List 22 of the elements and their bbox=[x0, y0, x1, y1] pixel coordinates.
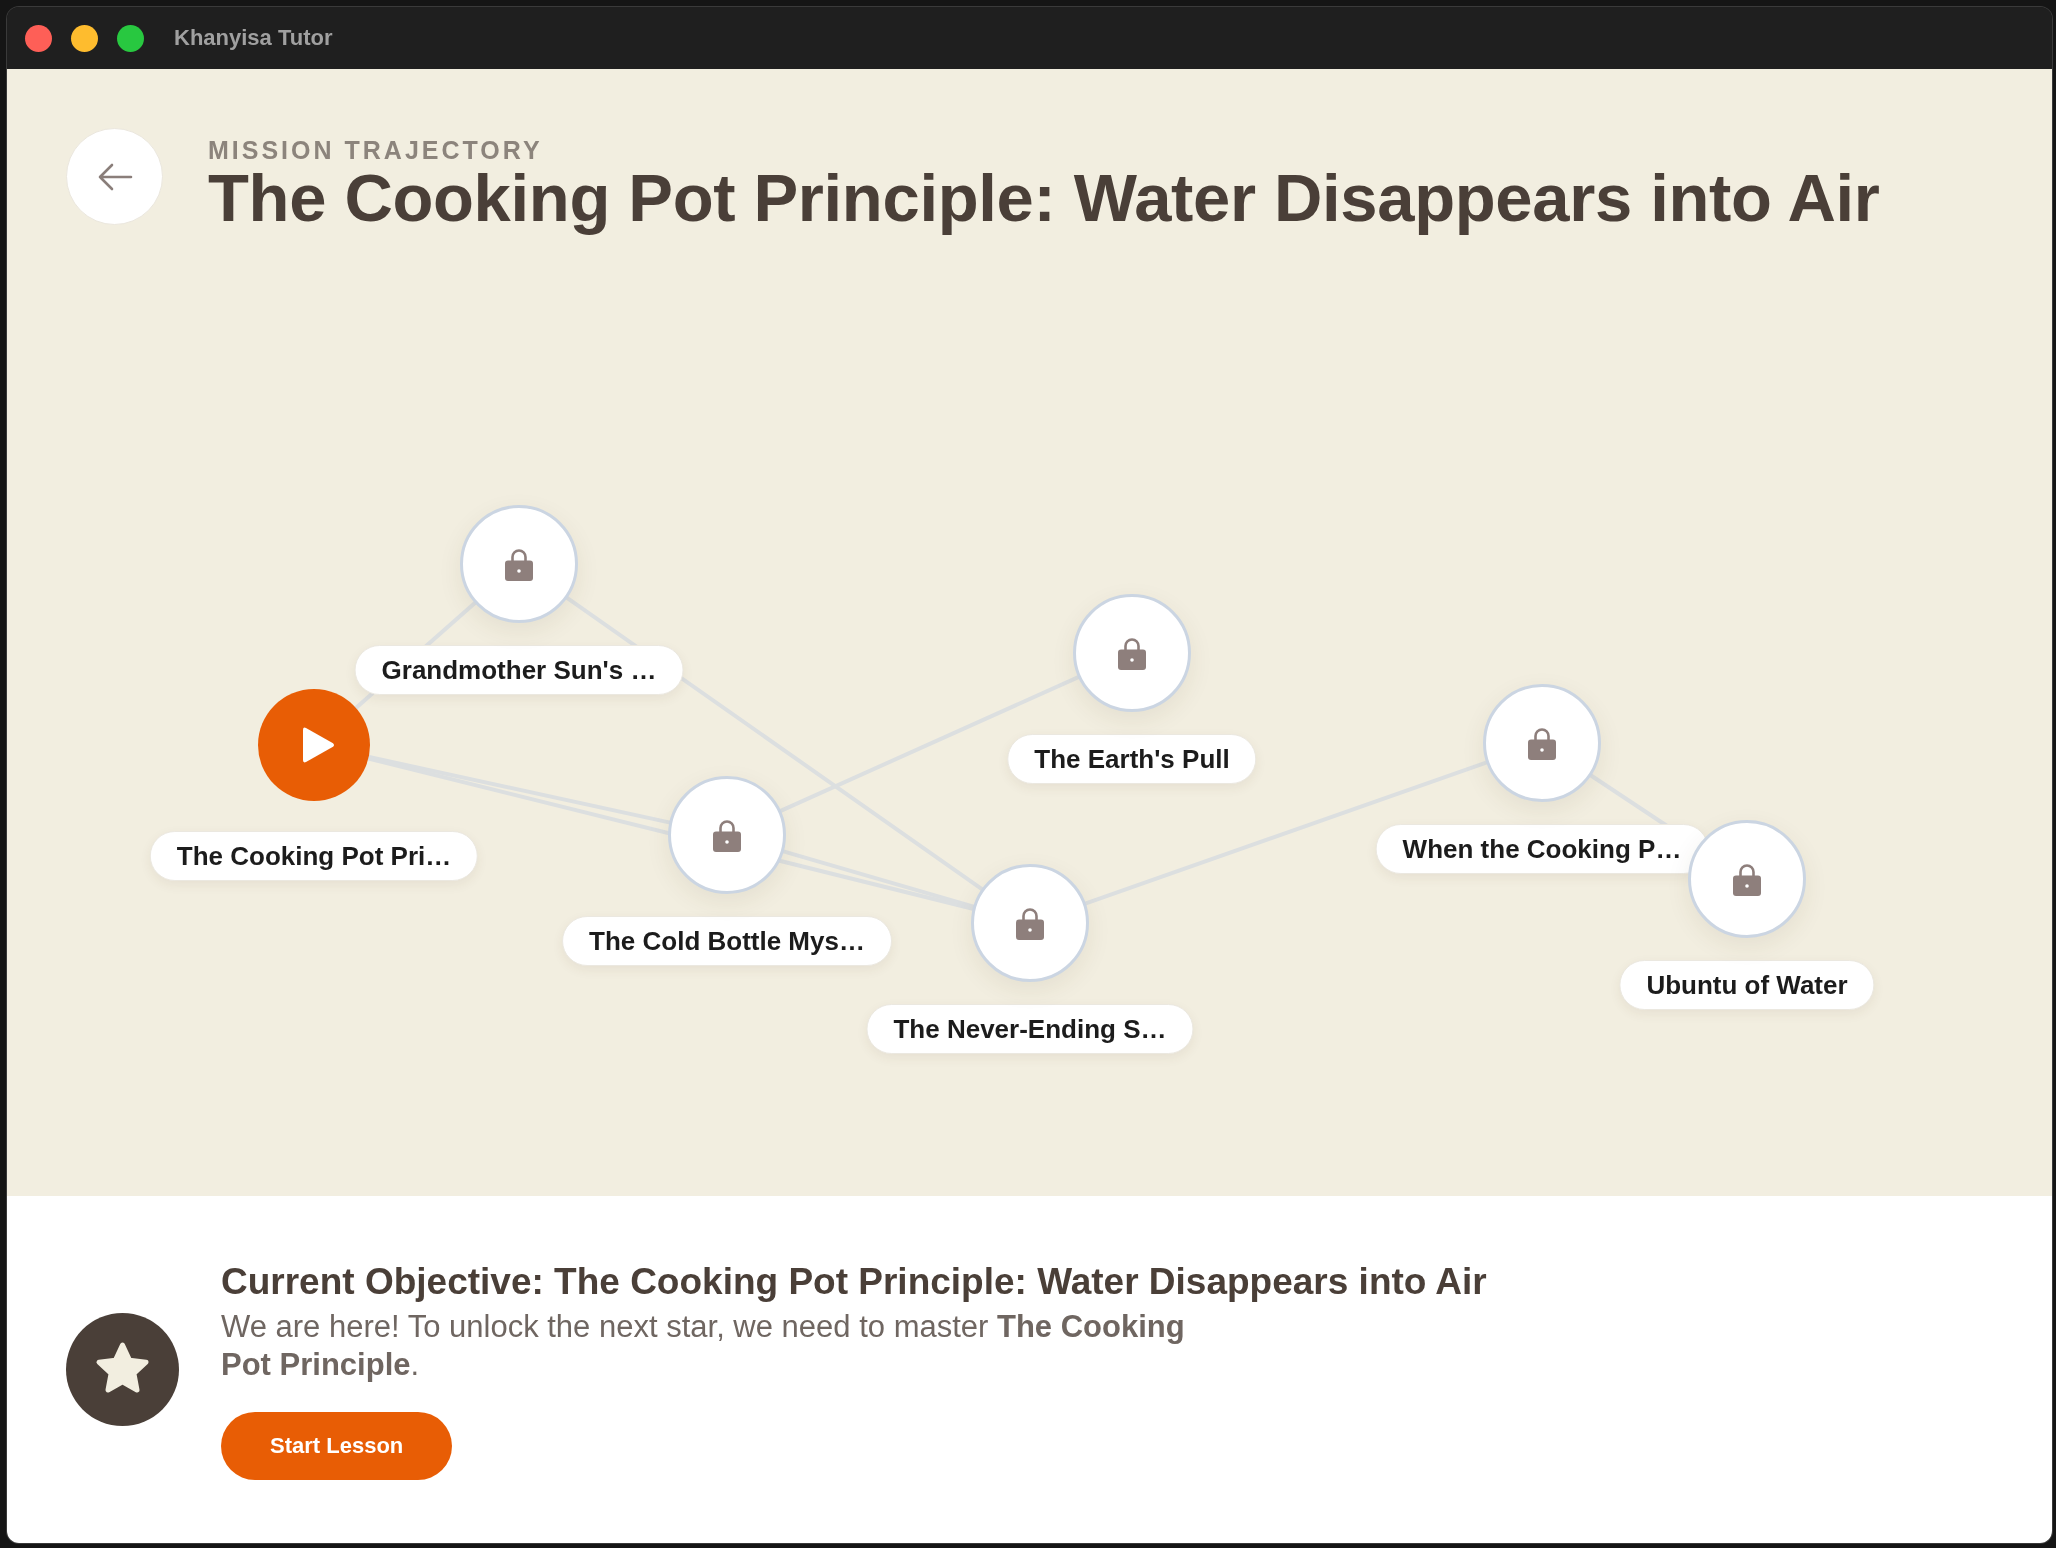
back-arrow-icon bbox=[96, 161, 133, 192]
start-lesson-button[interactable]: Start Lesson bbox=[221, 1411, 453, 1480]
minimize-icon[interactable] bbox=[71, 24, 98, 52]
section-eyebrow: MISSION TRAJECTORY bbox=[208, 138, 543, 163]
lesson-label: The Cold Bottle Mys… bbox=[562, 916, 892, 966]
lock-icon bbox=[1527, 726, 1557, 760]
lesson-label: The Never-Ending S… bbox=[866, 1004, 1194, 1054]
lock-icon bbox=[504, 547, 534, 581]
lock-icon bbox=[1117, 636, 1147, 670]
close-icon[interactable] bbox=[25, 24, 52, 52]
lesson-label: The Cooking Pot Pri… bbox=[149, 831, 479, 881]
lock-icon bbox=[1015, 906, 1045, 940]
lesson-label: Ubuntu of Water bbox=[1619, 960, 1875, 1010]
objective-heading: Current Objective: The Cooking Pot Principle: Water Disappears into Air bbox=[221, 1259, 1487, 1304]
lock-icon bbox=[1732, 862, 1762, 896]
objective-text: We are here! To unlock the next star, we need to master The Cooking Pot Principle. bbox=[221, 1307, 1186, 1384]
lesson-label: Grandmother Sun's … bbox=[354, 645, 684, 695]
lock-icon bbox=[712, 818, 742, 852]
maximize-icon[interactable] bbox=[117, 24, 144, 52]
lesson-label: The Earth's Pull bbox=[1007, 734, 1257, 784]
window-title: Khanyisa Tutor bbox=[174, 25, 333, 51]
play-icon bbox=[301, 725, 335, 765]
